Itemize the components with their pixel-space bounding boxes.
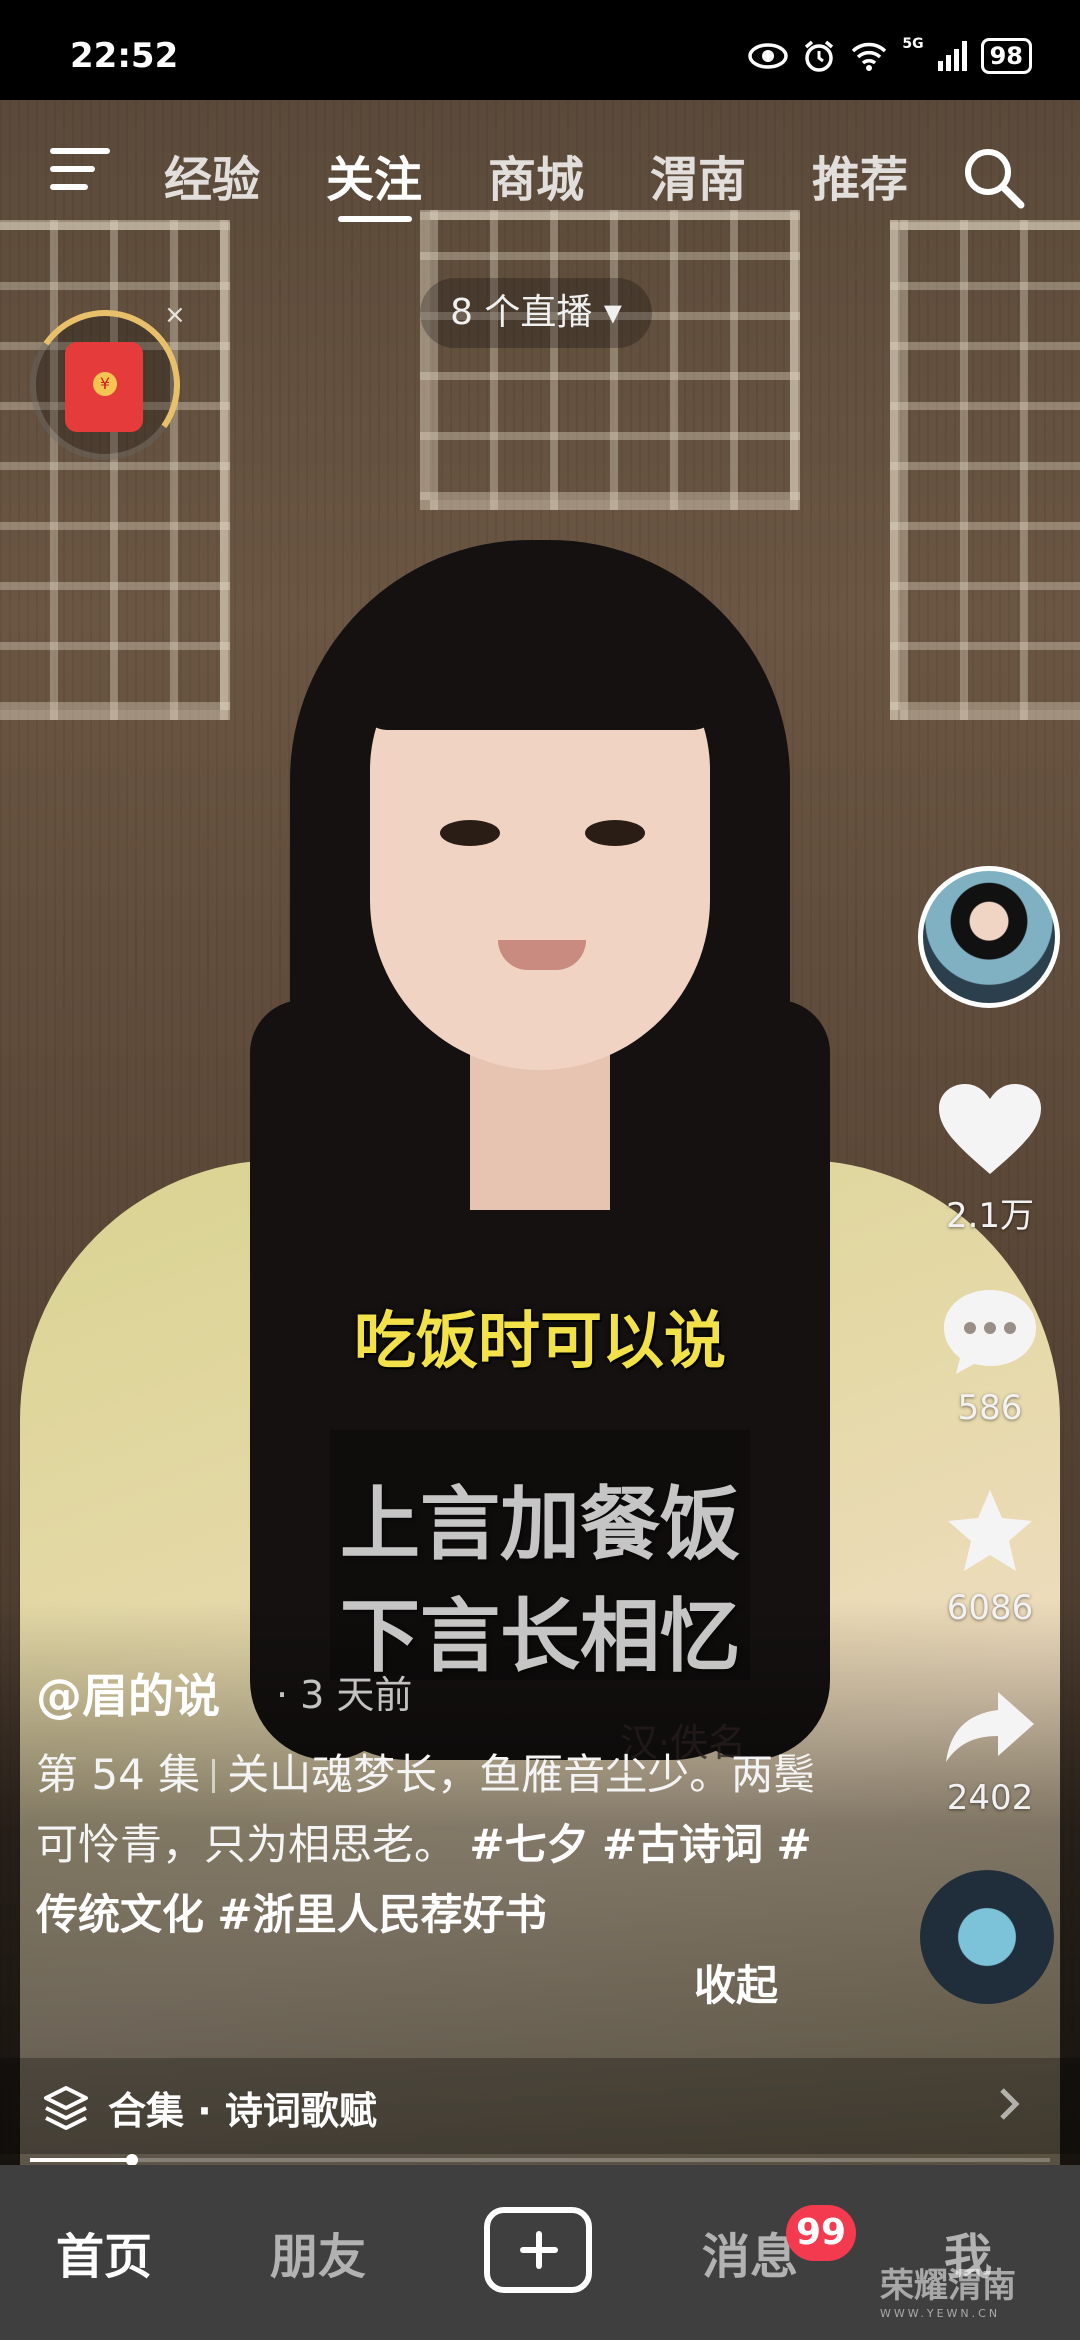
status-time: 22:52: [70, 36, 179, 76]
playback-progress-fill: [30, 2158, 132, 2162]
comment-count: 586: [957, 1388, 1023, 1428]
nav-messages[interactable]: 消息: [702, 2217, 798, 2287]
eye-icon: [748, 43, 789, 69]
share-count: 2402: [946, 1778, 1034, 1818]
author-name[interactable]: @眉的说: [36, 1660, 220, 1726]
hashtag[interactable]: #浙里人民荐好书: [217, 1890, 546, 1939]
presenter-bangs: [360, 580, 720, 730]
presenter-eye-right: [585, 820, 645, 846]
star-icon: [948, 1490, 1032, 1571]
signal-icon: [937, 41, 967, 71]
favorite-button[interactable]: 6086: [930, 1486, 1050, 1628]
video-description[interactable]: 第 54 集关山魂梦长，鱼雁音尘少。两鬓可怜青，只为相思老。 #七夕 #古诗词 …: [36, 1740, 826, 1950]
music-disc[interactable]: [920, 1870, 1054, 2004]
active-tab-indicator: [338, 216, 412, 222]
playback-progress-bar[interactable]: [30, 2154, 1050, 2166]
share-button[interactable]: 2402: [930, 1688, 1050, 1818]
window-lattice-center: [420, 210, 800, 510]
red-packet-close-icon[interactable]: ×: [164, 300, 186, 330]
message-badge: 99: [786, 2205, 857, 2261]
top-nav: 经验 关注 商城 渭南 推荐: [0, 120, 1080, 230]
favorite-count: 6086: [946, 1588, 1034, 1628]
chevron-right-icon: [1000, 2088, 1020, 2120]
watermark: 荣耀渭南 WWW.YEWN.CN: [880, 2258, 1016, 2320]
author-avatar[interactable]: [918, 866, 1060, 1008]
episode-label: 第 54 集: [36, 1750, 201, 1799]
menu-icon[interactable]: [50, 148, 110, 198]
watermark-title: 荣耀渭南: [880, 2266, 1016, 2306]
tab-following[interactable]: 关注: [326, 140, 422, 210]
tab-experience[interactable]: 经验: [164, 140, 260, 210]
red-packet-icon: ¥: [65, 342, 143, 432]
spoken-subtitle: 吃饭时可以说: [353, 1304, 726, 1377]
red-packet-widget[interactable]: ¥: [18, 298, 192, 472]
episode-separator: [212, 1759, 216, 1793]
status-icons: 5G 98: [748, 36, 1032, 74]
share-arrow-icon: [946, 1692, 1034, 1762]
poem-line-1: 上言加餐饭: [340, 1478, 740, 1571]
hashtag[interactable]: #七夕: [469, 1820, 588, 1869]
watermark-url: WWW.YEWN.CN: [880, 2307, 1001, 2320]
collapse-button[interactable]: 收起: [694, 1952, 778, 2013]
tab-weinan[interactable]: 渭南: [650, 140, 746, 210]
network-type-label: 5G: [902, 36, 924, 52]
presenter-neck: [470, 1050, 610, 1210]
like-button[interactable]: 2.1万: [930, 1082, 1050, 1237]
red-packet-coin: ¥: [93, 372, 117, 396]
comment-icon: [944, 1290, 1036, 1374]
nav-friends[interactable]: 朋友: [270, 2217, 366, 2287]
window-lattice-right: [890, 220, 1080, 720]
presenter-eye-left: [440, 820, 500, 846]
tab-mall[interactable]: 商城: [488, 140, 584, 210]
tab-recommend[interactable]: 推荐: [812, 140, 908, 210]
collection-bar[interactable]: 合集 · 诗词歌赋: [0, 2058, 1080, 2154]
window-lattice-left: [0, 220, 230, 720]
search-icon[interactable]: [960, 144, 1026, 210]
like-count: 2.1万: [945, 1196, 1035, 1236]
alarm-icon: [805, 40, 834, 72]
live-count-pill[interactable]: 8 个直播 ▾: [420, 278, 652, 348]
post-time: · 3 天前: [276, 1673, 413, 1717]
comment-button[interactable]: 586: [930, 1286, 1050, 1428]
layers-icon: [44, 2086, 88, 2130]
collection-label: 合集 · 诗词歌赋: [108, 2089, 377, 2133]
battery-indicator: 98: [980, 38, 1032, 74]
hashtag[interactable]: #古诗词: [602, 1820, 763, 1869]
nav-home[interactable]: 首页: [56, 2217, 152, 2287]
create-post-button[interactable]: [484, 2207, 592, 2293]
wifi-icon: [852, 42, 887, 71]
heart-icon: [939, 1084, 1041, 1174]
status-bar: 22:52 5G 98: [0, 0, 1080, 100]
